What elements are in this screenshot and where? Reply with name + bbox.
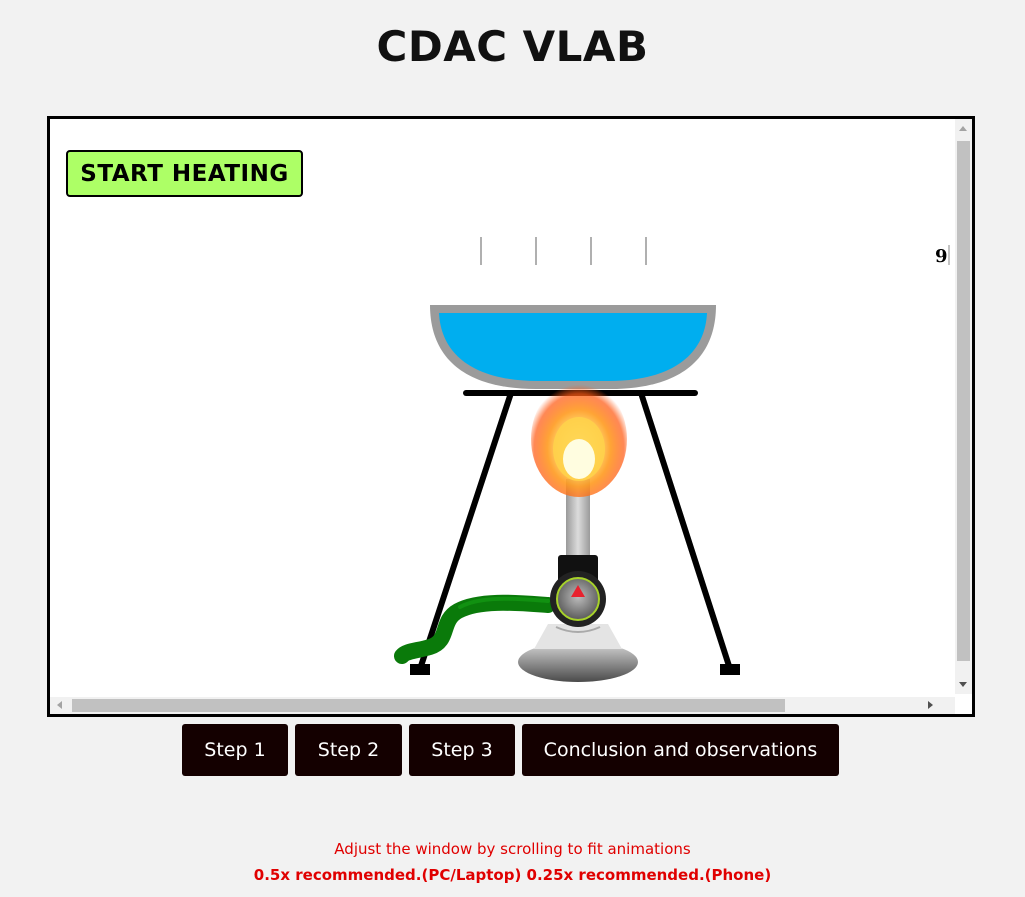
step-3-button[interactable]: Step 3 (409, 724, 515, 776)
horizontal-scroll-thumb[interactable] (72, 699, 785, 712)
scroll-down-icon[interactable] (959, 682, 967, 687)
scroll-left-icon[interactable] (57, 701, 62, 709)
step-2-button[interactable]: Step 2 (295, 724, 402, 776)
scroll-up-icon[interactable] (959, 126, 967, 131)
zoom-hint-text: 0.5x recommended.(PC/Laptop) 0.25x recom… (253, 866, 772, 884)
step-1-button[interactable]: Step 1 (182, 724, 288, 776)
tripod-foot (720, 664, 740, 675)
experiment-scene (394, 237, 950, 682)
burner-valve-knob-icon[interactable] (556, 577, 600, 621)
tripod-foot (410, 664, 430, 675)
burner-flame-icon (531, 381, 627, 497)
step-navigation: Step 1 Step 2 Step 3 Conclusion and obse… (0, 724, 1025, 776)
gas-tube (394, 594, 556, 664)
vertical-scrollbar[interactable] (955, 119, 972, 694)
steam-lines (480, 237, 647, 265)
horizontal-scrollbar[interactable] (50, 697, 955, 714)
simulation-frame: START HEATING 9 (47, 116, 975, 717)
temperature-counter: 9 (935, 246, 948, 267)
scroll-hint-text: Adjust the window by scrolling to fit an… (334, 840, 691, 858)
conclusion-button[interactable]: Conclusion and observations (522, 724, 839, 776)
start-heating-button[interactable]: START HEATING (66, 150, 303, 197)
vertical-scroll-thumb[interactable] (957, 141, 970, 661)
water-bowl (430, 305, 716, 389)
scroll-corner (955, 697, 972, 714)
page-title: CDAC VLAB (376, 22, 649, 71)
scroll-right-icon[interactable] (928, 701, 933, 709)
